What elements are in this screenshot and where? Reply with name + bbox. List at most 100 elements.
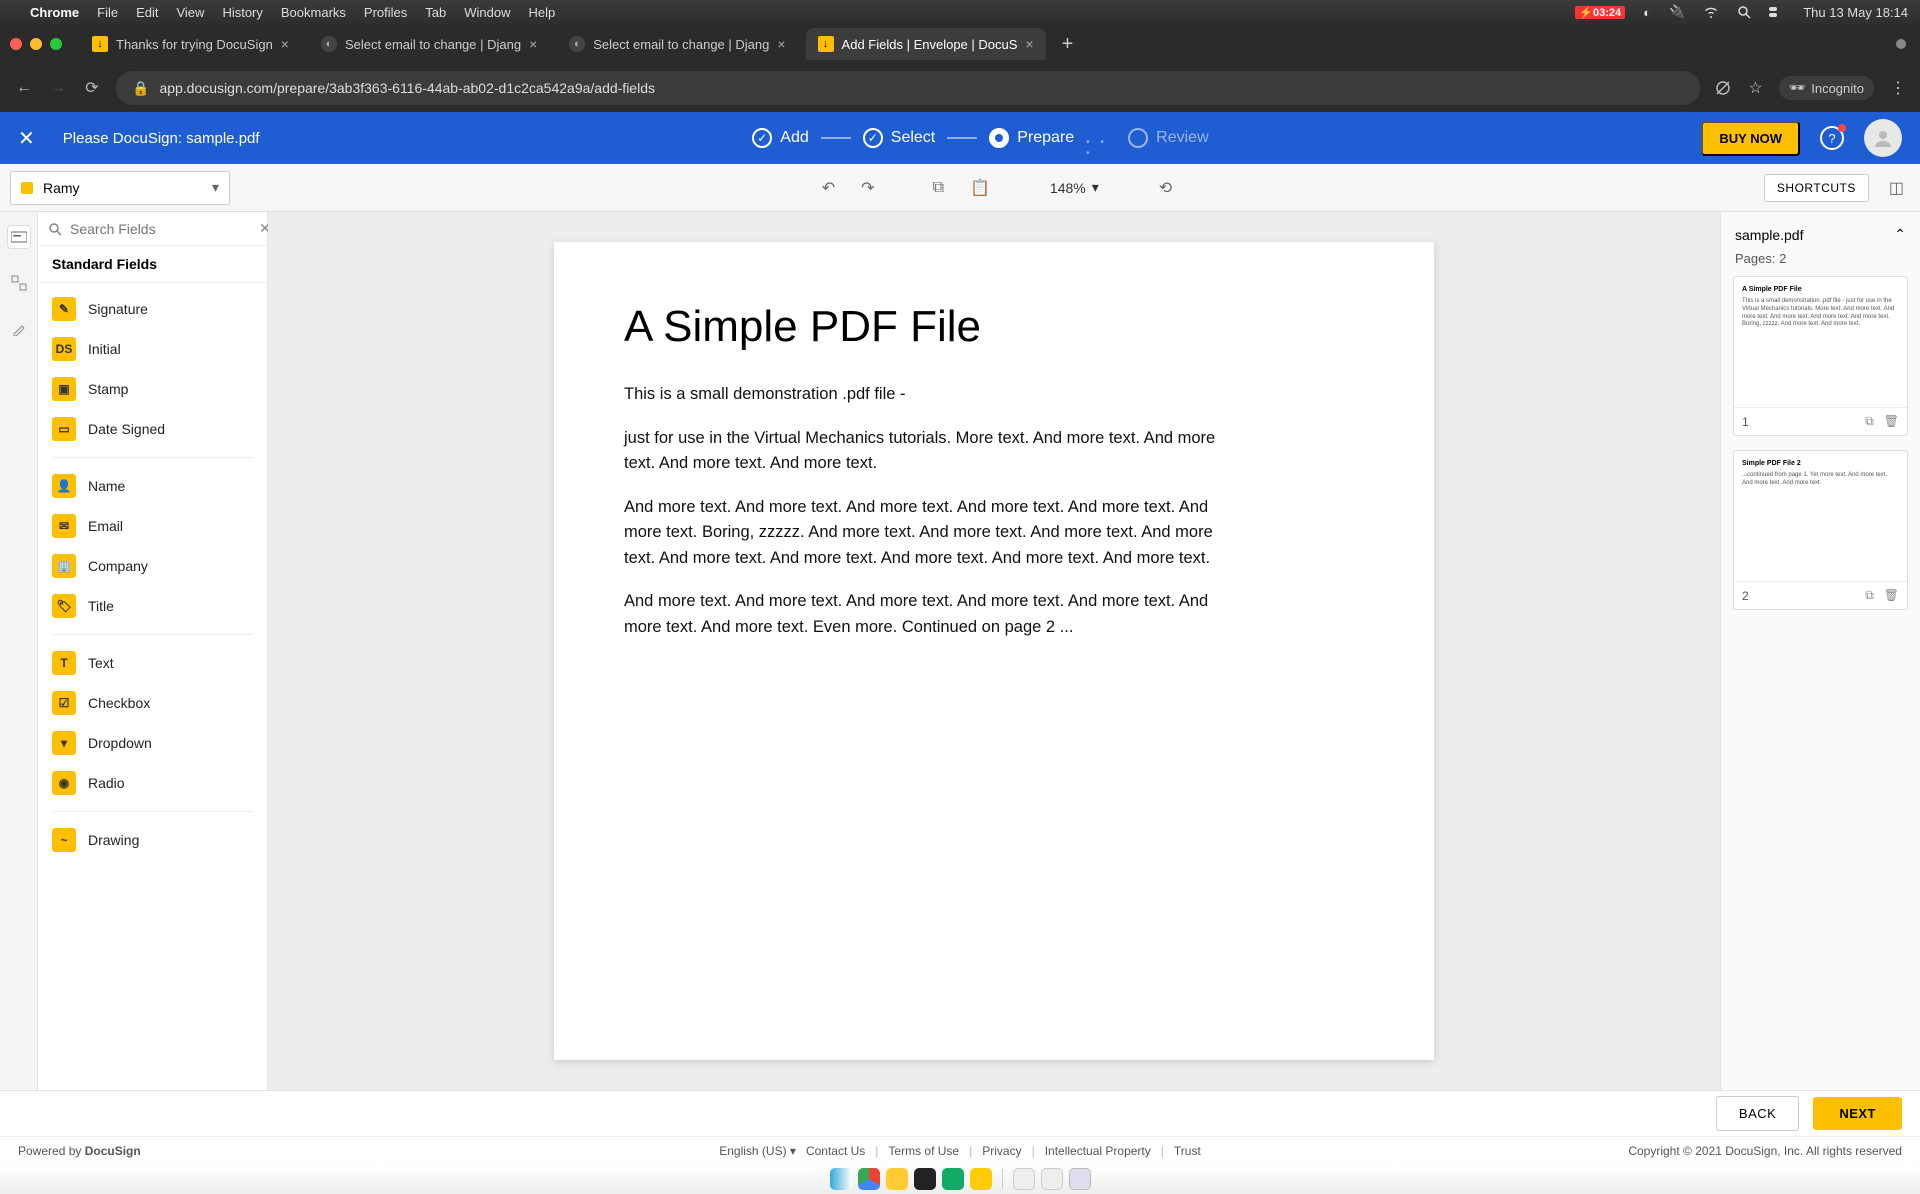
delete-page-icon[interactable]: 🗑 — [1884, 588, 1899, 603]
field-stamp[interactable]: ▣Stamp — [38, 369, 267, 409]
chevron-up-icon[interactable]: ⌃ — [1894, 226, 1906, 243]
dock-trash-icon[interactable] — [1069, 1168, 1091, 1190]
tracking-icon[interactable] — [1714, 79, 1732, 97]
power-icon[interactable]: 🔌 — [1669, 4, 1685, 20]
nav-reload-icon[interactable]: ⟳ — [82, 78, 102, 98]
duplicate-page-icon[interactable]: ⧉ — [1865, 414, 1874, 429]
field-dropdown[interactable]: ▾Dropdown — [38, 723, 267, 763]
shortcuts-button[interactable]: SHORTCUTS — [1764, 174, 1869, 202]
copy-icon[interactable]: ⧉ — [927, 175, 950, 201]
incognito-chip[interactable]: 🕶 Incognito — [1779, 76, 1874, 100]
close-envelope-button[interactable]: ✕ — [18, 126, 35, 151]
step-review[interactable]: Review — [1128, 128, 1208, 148]
buy-now-button[interactable]: BUY NOW — [1701, 121, 1800, 156]
rail-custom-icon[interactable] — [8, 272, 30, 294]
field-text[interactable]: TText — [38, 643, 267, 683]
nav-forward-icon[interactable]: → — [48, 79, 68, 97]
field-drawing[interactable]: ~Drawing — [38, 820, 267, 860]
tab-django-1[interactable]: ◐ Select email to change | Djang × — [309, 28, 549, 60]
tab-close-icon[interactable]: × — [529, 36, 537, 52]
dock-textedit-icon[interactable] — [1013, 1168, 1035, 1190]
step-add[interactable]: ✓ Add — [752, 128, 808, 148]
tab-close-icon[interactable]: × — [1025, 36, 1033, 52]
next-button[interactable]: NEXT — [1813, 1097, 1902, 1130]
mac-app-name[interactable]: Chrome — [30, 5, 79, 20]
field-signature[interactable]: ✎Signature — [38, 289, 267, 329]
field-radio[interactable]: ◉Radio — [38, 763, 267, 803]
language-selector[interactable]: English (US) ▾ — [719, 1144, 796, 1158]
wifi-icon[interactable] — [1703, 6, 1719, 18]
toggl-icon[interactable]: ◐ — [1643, 5, 1651, 20]
mac-menu-tab[interactable]: Tab — [425, 5, 446, 20]
rail-fields-icon[interactable] — [8, 226, 30, 248]
control-center-icon[interactable] — [1769, 7, 1785, 17]
duplicate-page-icon[interactable]: ⧉ — [1865, 588, 1874, 603]
field-email[interactable]: ✉Email — [38, 506, 267, 546]
dock-app-icon[interactable] — [942, 1168, 964, 1190]
pages-panel-header[interactable]: sample.pdf ⌃ — [1733, 222, 1908, 247]
dock-terminal-icon[interactable] — [914, 1168, 936, 1190]
footer-link-ip[interactable]: Intellectual Property — [1045, 1144, 1151, 1158]
document-page-1[interactable]: A Simple PDF File This is a small demons… — [554, 242, 1434, 1060]
mac-menu-edit[interactable]: Edit — [136, 5, 158, 20]
mac-clock[interactable]: Thu 13 May 18:14 — [1803, 5, 1908, 20]
documents-panel-icon[interactable]: ◫ — [1883, 174, 1910, 202]
mac-menu-bookmarks[interactable]: Bookmarks — [281, 5, 346, 20]
spotlight-icon[interactable] — [1737, 5, 1751, 19]
dock-chrome-icon[interactable] — [858, 1168, 880, 1190]
chrome-menu-icon[interactable]: ⋮ — [1890, 78, 1906, 98]
mac-menu-window[interactable]: Window — [464, 5, 510, 20]
window-minimize-icon[interactable] — [30, 38, 42, 50]
field-checkbox[interactable]: ☑Checkbox — [38, 683, 267, 723]
help-button[interactable]: ? — [1820, 126, 1844, 150]
new-tab-button[interactable]: + — [1054, 33, 1082, 56]
bookmark-star-icon[interactable]: ☆ — [1748, 78, 1762, 98]
footer-link-trust[interactable]: Trust — [1174, 1144, 1201, 1158]
page-thumbnail-2[interactable]: Simple PDF File 2 ...continued from page… — [1733, 450, 1908, 610]
mac-menu-view[interactable]: View — [176, 5, 204, 20]
dock-app-icon[interactable] — [886, 1168, 908, 1190]
tab-django-2[interactable]: ◐ Select email to change | Djang × — [557, 28, 797, 60]
dock-app-icon[interactable] — [1041, 1168, 1063, 1190]
field-initial[interactable]: DSInitial — [38, 329, 267, 369]
footer-link-terms[interactable]: Terms of Use — [888, 1144, 959, 1158]
document-canvas[interactable]: A Simple PDF File This is a small demons… — [268, 212, 1720, 1090]
tab-close-icon[interactable]: × — [777, 36, 785, 52]
delete-page-icon[interactable]: 🗑 — [1884, 414, 1899, 429]
mac-menu-profiles[interactable]: Profiles — [364, 5, 407, 20]
window-controls[interactable] — [10, 38, 62, 50]
dock-finder-icon[interactable] — [830, 1168, 852, 1190]
tab-docusign-thanks[interactable]: ↓ Thanks for trying DocuSign × — [80, 28, 301, 60]
step-prepare[interactable]: Prepare — [989, 128, 1074, 148]
window-zoom-icon[interactable] — [50, 38, 62, 50]
tab-docusign-add-fields[interactable]: ↓ Add Fields | Envelope | DocuS × — [806, 28, 1046, 60]
undo-icon[interactable]: ↶ — [816, 174, 841, 202]
field-company[interactable]: 🏢Company — [38, 546, 267, 586]
user-avatar[interactable] — [1864, 119, 1902, 157]
step-select[interactable]: ✓ Select — [863, 128, 935, 148]
redo-icon[interactable]: ↷ — [855, 174, 880, 202]
mac-menu-help[interactable]: Help — [529, 5, 556, 20]
rotate-icon[interactable]: ⟲ — [1153, 174, 1178, 202]
zoom-dropdown[interactable]: 148% ▾ — [1042, 179, 1107, 196]
rail-prefill-icon[interactable] — [8, 318, 30, 340]
paste-icon[interactable]: 📋 — [964, 174, 996, 202]
dock-app-icon[interactable]: ⚡ — [970, 1168, 992, 1190]
window-close-icon[interactable] — [10, 38, 22, 50]
lock-icon[interactable]: 🔒 — [132, 80, 149, 97]
back-button[interactable]: BACK — [1716, 1096, 1799, 1131]
mac-menu-history[interactable]: History — [222, 5, 262, 20]
footer-link-privacy[interactable]: Privacy — [982, 1144, 1021, 1158]
recipient-dropdown[interactable]: Ramy ▾ — [10, 171, 230, 205]
url-bar[interactable]: 🔒 app.docusign.com/prepare/3ab3f363-6116… — [116, 71, 1700, 105]
page-thumbnail-1[interactable]: A Simple PDF File This is a small demons… — [1733, 276, 1908, 436]
nav-back-icon[interactable]: ← — [14, 79, 34, 97]
footer-link-contact[interactable]: Contact Us — [806, 1144, 865, 1158]
tab-close-icon[interactable]: × — [281, 36, 289, 52]
search-fields-input[interactable] — [70, 221, 251, 237]
field-title[interactable]: 🏷Title — [38, 586, 267, 626]
mac-menu-file[interactable]: File — [97, 5, 118, 20]
field-name[interactable]: 👤Name — [38, 466, 267, 506]
field-date-signed[interactable]: ▭Date Signed — [38, 409, 267, 449]
battery-indicator[interactable]: ⚡03:24 — [1575, 6, 1625, 19]
